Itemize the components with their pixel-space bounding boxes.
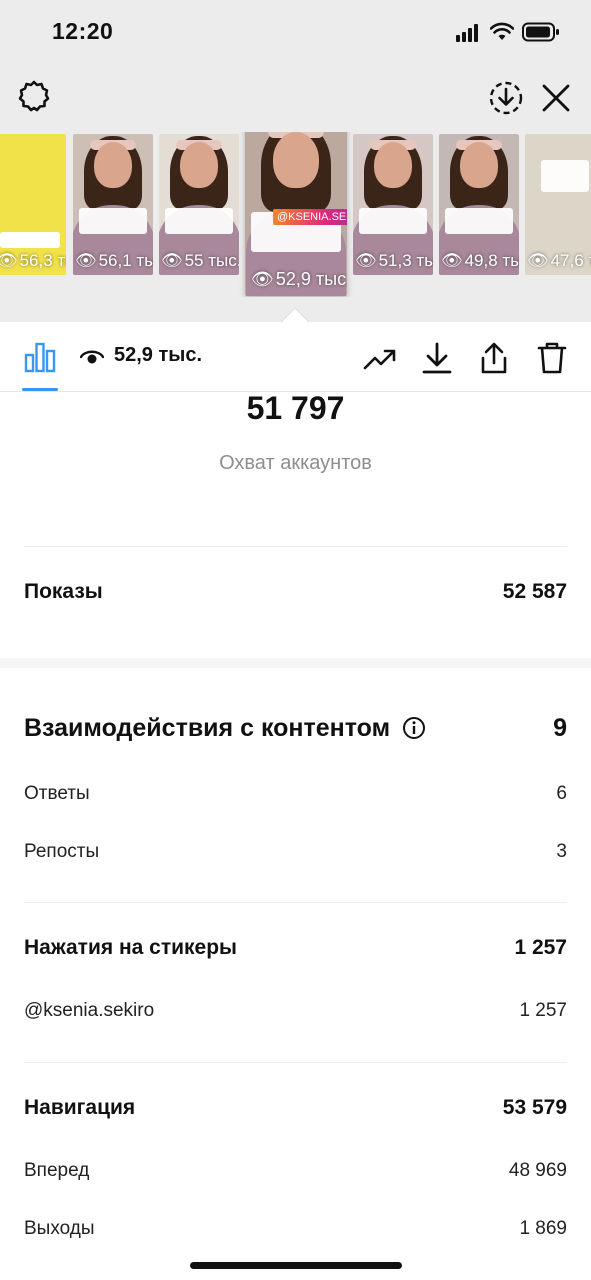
list-item: Репосты 3	[24, 838, 567, 866]
trending-up-icon	[363, 349, 396, 370]
reach-label: Охват аккаунтов	[219, 452, 372, 474]
eye-icon: 👁	[527, 251, 549, 270]
reach-value: 51 797	[246, 390, 345, 426]
story-views-text: 56,3 тыс.	[19, 251, 66, 270]
story-thumbnail[interactable]: 👁56,1 тыс.	[73, 134, 153, 275]
home-indicator	[190, 1262, 402, 1269]
story-thumbnail[interactable]: 👁 55 тыс.	[159, 134, 239, 275]
status-bar: 12:20	[0, 0, 591, 64]
sticker-taps-header: Нажатия на стикеры 1 257	[24, 932, 567, 964]
insights-toolbar: 52,9 тыс.	[0, 322, 591, 392]
eye-icon: 👁	[161, 251, 183, 270]
shares-value: 3	[556, 841, 567, 862]
list-item: @ksenia.sekiro 1 257	[24, 997, 567, 1025]
promote-button[interactable]	[362, 344, 398, 374]
story-views: 👁47,6 тыс.	[527, 251, 591, 271]
navigation-label: Навигация	[24, 1096, 136, 1119]
list-item: Ответы 6	[24, 780, 567, 808]
impressions-value: 52 587	[502, 580, 567, 603]
forward-label: Вперед	[24, 1160, 90, 1181]
close-button[interactable]	[538, 80, 574, 116]
replies-label: Ответы	[24, 783, 90, 804]
settings-button[interactable]	[16, 78, 52, 114]
impressions-label: Показы	[24, 580, 103, 603]
list-item: Вперед 48 969	[24, 1157, 567, 1185]
eye-icon: 👁	[251, 269, 274, 289]
story-caption	[79, 208, 147, 234]
share-button[interactable]	[476, 340, 512, 376]
story-thumbnail-selected[interactable]: @KSENIA.SEKIRO 👁52,9 тыс.	[245, 132, 347, 296]
replies-value: 6	[556, 783, 567, 804]
exits-value: 1 869	[519, 1218, 567, 1239]
story-views: 👁56,1 тыс.	[75, 251, 153, 271]
section-separator	[0, 658, 591, 668]
cellular-signal-icon	[456, 24, 482, 42]
bar-chart-icon	[24, 342, 56, 373]
divider	[24, 902, 567, 903]
delete-button[interactable]	[534, 340, 570, 376]
story-top-bar	[0, 72, 591, 122]
divider	[24, 1062, 567, 1063]
eye-icon: 👁	[0, 251, 18, 270]
story-thumbnail[interactable]: 👁56,3 тыс.	[0, 134, 66, 275]
interactions-value: 9	[553, 713, 567, 742]
eye-icon: 👁	[441, 251, 463, 270]
navigation-value: 53 579	[502, 1096, 567, 1119]
wifi-icon	[490, 22, 514, 40]
eye-icon	[80, 350, 104, 364]
eye-icon: 👁	[75, 251, 97, 270]
divider	[24, 546, 567, 547]
story-thumbnail[interactable]: 👁49,8 тыс.	[439, 134, 519, 275]
story-views-text: 56,1 тыс.	[98, 251, 153, 270]
story-caption	[359, 208, 427, 234]
story-views-text: 52,9 тыс.	[275, 269, 347, 289]
mention-sticker-label: @ksenia.sekiro	[24, 1000, 155, 1021]
tab-insights[interactable]	[22, 340, 58, 374]
story-views-text: 49,8 тыс.	[464, 251, 519, 270]
close-icon	[542, 84, 570, 112]
stories-strip: 👁56,3 тыс. 👁56,1 тыс. 👁55 тыс. @KSENIA.S…	[0, 132, 591, 297]
navigation-header: Навигация 53 579	[24, 1092, 567, 1124]
story-caption	[445, 208, 513, 234]
sticker-taps-value: 1 257	[514, 936, 567, 959]
save-story-button[interactable]	[486, 78, 526, 118]
exits-label: Выходы	[24, 1218, 95, 1239]
story-thumbnail[interactable]: 👁51,3 тыс.	[353, 134, 433, 275]
download-icon	[422, 342, 452, 374]
list-item: Выходы 1 869	[24, 1215, 567, 1243]
mention-sticker: @KSENIA.SEKIRO	[273, 209, 347, 225]
story-caption	[165, 208, 233, 234]
share-icon	[481, 342, 507, 374]
eye-icon: 👁	[355, 251, 377, 270]
story-caption	[0, 232, 60, 248]
interactions-title-wrap: Взаимодействия с контентом	[24, 714, 426, 743]
forward-value: 48 969	[508, 1160, 567, 1181]
info-icon[interactable]	[402, 716, 426, 740]
story-thumbnail[interactable]: 👁47,6 тыс.	[525, 134, 591, 275]
toolbar-views-count: 52,9 тыс.	[114, 344, 203, 366]
status-time: 12:20	[52, 18, 114, 44]
battery-icon	[522, 22, 559, 42]
story-views: 👁56,3 тыс.	[0, 251, 66, 271]
impressions-row: Показы 52 587	[24, 576, 567, 608]
story-views: 👁 52,9 тыс.	[251, 269, 347, 290]
story-views: 👁49,8 тыс.	[441, 251, 519, 271]
interactions-title: Взаимодействия с контентом	[24, 713, 391, 742]
story-views-text: 55 тыс.	[184, 251, 239, 270]
download-button[interactable]	[420, 340, 454, 376]
story-views: 👁51,3 тыс.	[355, 251, 433, 271]
mention-sticker-value: 1 257	[519, 1000, 567, 1021]
gear-icon	[18, 80, 50, 112]
sticker-taps-label: Нажатия на стикеры	[24, 936, 237, 959]
story-caption	[541, 160, 589, 192]
views-icon-wrap	[80, 346, 104, 368]
download-circle-icon	[489, 81, 523, 115]
story-views-text: 47,6 тыс.	[550, 251, 591, 270]
stories-header-area: 12:20 👁 56,3 т 👁 56,1 ты 👁 55 тыс. @KSEN…	[0, 0, 591, 322]
story-views-text: 51,3 тыс.	[378, 251, 433, 270]
story-views: 👁 55 тыс.	[161, 251, 239, 271]
interactions-header: Взаимодействия с контентом 9	[24, 708, 567, 748]
trash-icon	[537, 342, 567, 374]
shares-label: Репосты	[24, 841, 100, 862]
